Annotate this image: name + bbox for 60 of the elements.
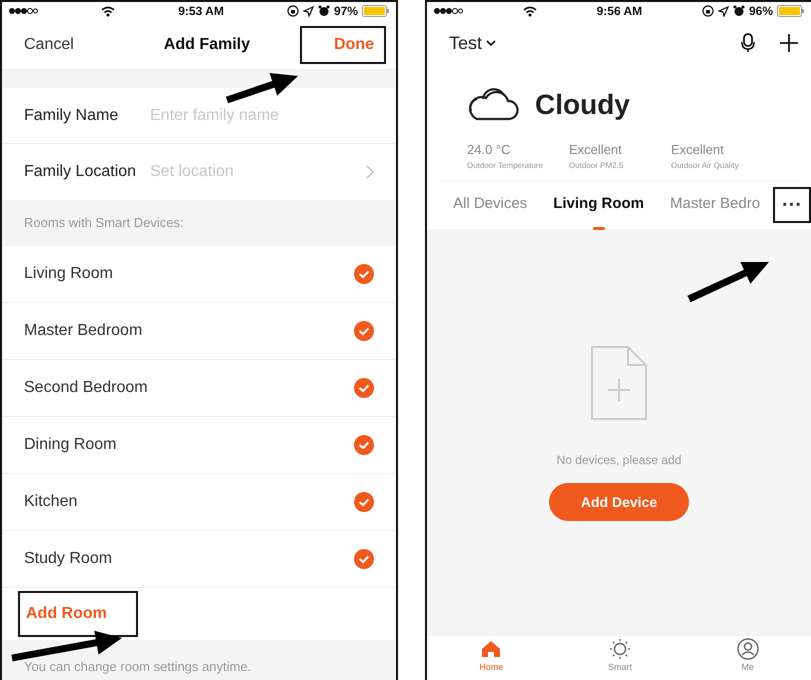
- hint-text: You can change room settings anytime.: [24, 658, 252, 676]
- room-name: Dining Room: [24, 435, 116, 455]
- profile-icon: [736, 638, 759, 660]
- checkbox[interactable]: [354, 435, 374, 455]
- screen-title: Add Family: [164, 34, 250, 54]
- status-time: 9:53 AM: [178, 3, 224, 20]
- status-time: 9:56 AM: [596, 3, 642, 20]
- more-button[interactable]: ···: [773, 186, 811, 222]
- stat-label: Outdoor PM2.5: [569, 160, 624, 172]
- section-header: Rooms with Smart Devices:: [24, 214, 184, 232]
- stat-value: 24.0 °C: [467, 141, 512, 159]
- stat-value: Excellent: [671, 141, 725, 159]
- rotation-lock-icon: [286, 5, 299, 17]
- checkbox[interactable]: [354, 492, 374, 512]
- chevron-right-icon: [366, 165, 374, 179]
- battery-icon: [362, 5, 390, 17]
- done-button[interactable]: Done: [300, 26, 386, 64]
- checkbox[interactable]: [354, 321, 374, 341]
- rotation-lock-icon: [702, 5, 714, 17]
- checkbox[interactable]: [354, 378, 374, 398]
- signal-icon: [8, 7, 38, 15]
- room-name: Second Bedroom: [24, 378, 148, 398]
- stat-label: Outdoor Temperature: [467, 160, 544, 172]
- microphone-icon[interactable]: [741, 33, 755, 53]
- checkbox[interactable]: [354, 264, 374, 284]
- room-name: Master Bedroom: [24, 321, 142, 341]
- weather-condition: Cloudy: [535, 88, 630, 122]
- room-name: Living Room: [24, 264, 113, 284]
- home-icon: [480, 638, 502, 660]
- wifi-icon: [101, 6, 116, 16]
- room-tab[interactable]: Master Bedro: [670, 187, 760, 222]
- stat-value: Excellent: [569, 141, 623, 159]
- tab-indicator: [592, 226, 605, 230]
- cancel-button[interactable]: Cancel: [24, 32, 74, 56]
- chevron-down-icon: [486, 40, 496, 46]
- tab-bar-item[interactable]: Me: [736, 636, 759, 680]
- battery-percent: 96%: [748, 3, 773, 20]
- checkbox[interactable]: [354, 549, 374, 569]
- tab-bar-item[interactable]: Smart: [608, 636, 632, 680]
- location-icon: [718, 6, 729, 16]
- location-icon: [302, 6, 314, 16]
- home-selector[interactable]: Test: [449, 30, 496, 56]
- add-device-button[interactable]: Add Device: [549, 483, 689, 522]
- stat-label: Outdoor Air Quality: [671, 160, 740, 172]
- room-tab[interactable]: All Devices: [453, 187, 528, 222]
- room-name: Kitchen: [24, 492, 78, 512]
- battery-icon: [777, 5, 805, 17]
- tab-bar-item[interactable]: Home: [479, 636, 504, 680]
- field-label: Family Name: [24, 106, 120, 126]
- add-icon[interactable]: [779, 33, 799, 53]
- sun-icon: [609, 638, 631, 660]
- signal-icon: [433, 7, 463, 15]
- add-room-button[interactable]: Add Room: [18, 591, 138, 637]
- alarm-icon: [732, 5, 745, 17]
- wifi-icon: [522, 6, 537, 16]
- alarm-icon: [318, 5, 330, 17]
- field-label: Family Location: [24, 162, 138, 182]
- empty-message: No devices, please add: [556, 452, 682, 470]
- room-name: Study Room: [24, 549, 112, 569]
- battery-percent: 97%: [334, 3, 358, 20]
